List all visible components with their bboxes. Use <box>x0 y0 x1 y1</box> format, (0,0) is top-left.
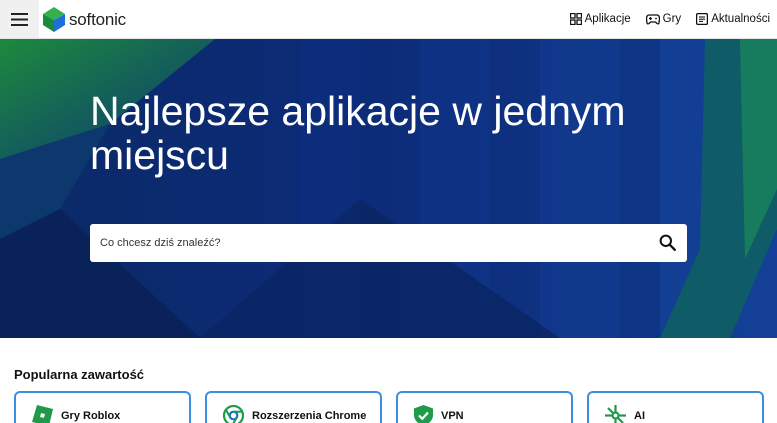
roblox-icon <box>32 405 53 423</box>
popular-card-ai[interactable]: AI <box>587 391 764 423</box>
chrome-icon <box>223 405 244 423</box>
popular-card-roblox[interactable]: Gry Roblox <box>14 391 191 423</box>
card-label-vpn: VPN <box>441 410 464 422</box>
search-input[interactable] <box>100 237 640 249</box>
softonic-logo-icon <box>43 7 65 32</box>
news-icon <box>696 13 709 25</box>
hero-title: Najlepsze aplikacje w jednym miejscu <box>90 88 626 178</box>
ai-icon <box>605 405 626 423</box>
hamburger-icon <box>11 12 28 26</box>
hamburger-menu-button[interactable] <box>0 0 39 38</box>
popular-card-vpn[interactable]: VPN <box>396 391 573 423</box>
gamepad-icon <box>645 13 660 25</box>
nav-item-apps[interactable]: Aplikacje <box>569 13 631 25</box>
popular-section-title: Popularna zawartość <box>14 367 145 382</box>
hero-section: Najlepsze aplikacje w jednym miejscu <box>0 39 777 338</box>
shield-check-icon <box>414 405 433 423</box>
card-label-roblox: Gry Roblox <box>61 410 121 422</box>
logo-text: softonic <box>69 9 126 29</box>
popular-card-chrome[interactable]: Rozszerzenia Chrome <box>205 391 382 423</box>
main-nav: Aplikacje Gry Aktualności <box>569 0 770 38</box>
search-icon[interactable] <box>659 234 676 251</box>
hero-background <box>0 39 777 338</box>
nav-item-news[interactable]: Aktualności <box>696 13 770 25</box>
nav-label-games: Gry <box>662 13 682 25</box>
nav-label-news: Aktualności <box>711 13 770 25</box>
card-label-chrome: Rozszerzenia Chrome <box>252 410 367 422</box>
top-header: softonic Aplikacje Gry Aktualności <box>0 0 777 39</box>
popular-cards: Gry Roblox Rozszerzenia Chrome VPN AI <box>14 391 764 423</box>
card-label-ai: AI <box>634 410 645 422</box>
softonic-logo[interactable]: softonic <box>43 7 126 32</box>
apps-grid-icon <box>569 13 582 25</box>
nav-label-apps: Aplikacje <box>584 13 631 25</box>
nav-item-games[interactable]: Gry <box>645 13 682 25</box>
search-bar <box>90 224 687 262</box>
